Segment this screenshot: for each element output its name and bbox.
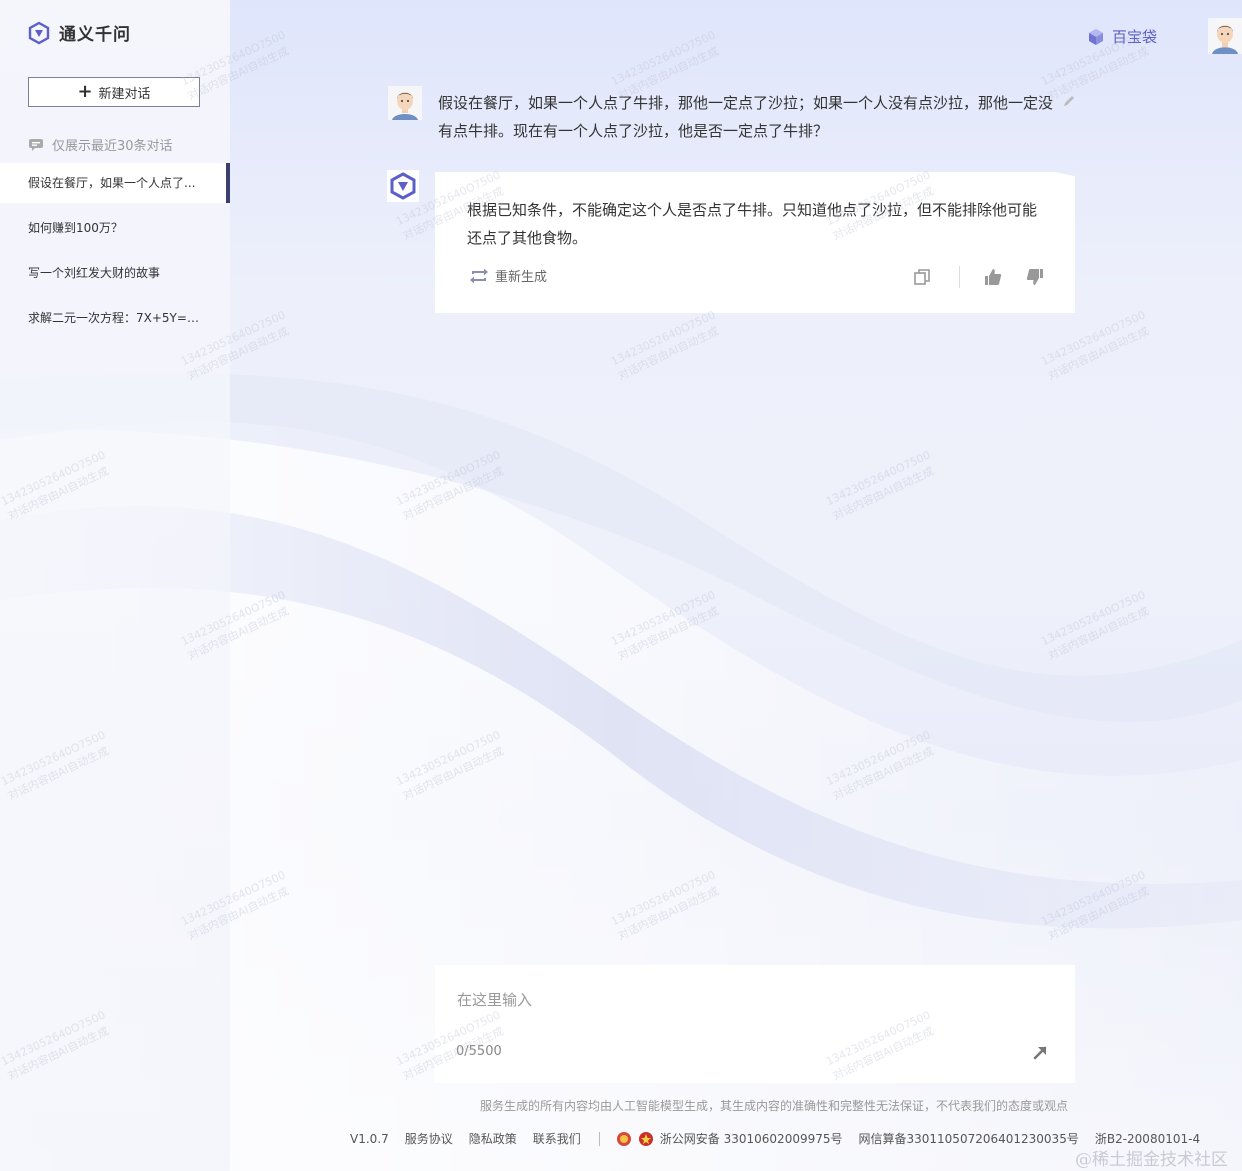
history-list: 假设在餐厅，如果一个人点了... 如何赚到100万？ 写一个刘红发大财的故事 求… (0, 163, 230, 343)
sidebar: 通义千问 + 新建对话 仅展示最近30条对话 假设在餐厅，如果一个人点了... … (0, 0, 230, 1171)
chat-input[interactable] (455, 985, 1049, 1015)
footer-divider (598, 1131, 600, 1146)
chat-input-box: 0/5500 (435, 965, 1075, 1083)
history-hint-text: 仅展示最近30条对话 (52, 139, 173, 154)
history-item[interactable]: 写一个刘红发大财的故事 (0, 253, 230, 293)
regenerate-button[interactable]: 重新生成 (469, 266, 547, 285)
regenerate-label: 重新生成 (495, 270, 548, 285)
app-title: 通义千问 (59, 25, 131, 45)
bot-message-card: 根据已知条件，不能确定这个人是否点了牛排。只知道他点了沙拉，但不能排除他可能还点… (435, 172, 1075, 313)
thumbs-up-icon[interactable] (984, 268, 1002, 286)
algorithm-record-link[interactable]: 网信算备330110507206401230035号 (859, 1130, 1079, 1147)
site-watermark: @稀土掘金技术社区 (1075, 1150, 1228, 1170)
plus-icon: + (77, 81, 93, 102)
disclaimer: 服务生成的所有内容均由人工智能模型生成，其生成内容的准确性和完整性无法保证，不代… (480, 1099, 1069, 1113)
new-chat-button[interactable]: + 新建对话 (28, 77, 200, 107)
chat-bubble-icon (29, 138, 43, 151)
history-item[interactable]: 假设在餐厅，如果一个人点了... (0, 163, 230, 203)
police-badge-icon (616, 1131, 631, 1146)
tongyi-logo-icon (28, 21, 50, 44)
contact-link[interactable]: 联系我们 (533, 1130, 581, 1147)
bot-avatar-icon (387, 170, 419, 202)
user-message-text: 假设在餐厅，如果一个人点了牛排，那他一定点了沙拉；如果一个人没有点沙拉，那他一定… (438, 94, 1054, 140)
cube-icon (1089, 28, 1103, 45)
treasure-bag-label: 百宝袋 (1112, 28, 1158, 46)
public-security-badge-icon (638, 1131, 653, 1146)
app-logo[interactable]: 通义千问 (27, 20, 131, 45)
privacy-policy-link[interactable]: 隐私政策 (469, 1130, 517, 1147)
police-record-link[interactable]: 浙公网安备 33010602009975号 (660, 1130, 843, 1147)
copy-icon[interactable] (913, 268, 931, 286)
service-agreement-link[interactable]: 服务协议 (405, 1130, 453, 1147)
thumbs-down-icon[interactable] (1026, 268, 1044, 286)
edit-pencil-icon[interactable] (1062, 94, 1076, 108)
action-divider (959, 266, 960, 288)
user-avatar[interactable] (1208, 18, 1242, 54)
char-counter: 0/5500 (456, 1044, 502, 1059)
history-hint: 仅展示最近30条对话 (28, 135, 173, 154)
treasure-bag-button[interactable]: 百宝袋 (1086, 26, 1157, 47)
user-message-avatar (388, 86, 422, 120)
version-label: V1.0.7 (350, 1131, 389, 1146)
bot-message-text: 根据已知条件，不能确定这个人是否点了牛排。只知道他点了沙拉，但不能排除他可能还点… (467, 201, 1038, 247)
regenerate-icon (470, 268, 488, 283)
send-arrow-icon[interactable] (1032, 1043, 1050, 1061)
new-chat-label: 新建对话 (98, 86, 151, 102)
history-item[interactable]: 求解二元一次方程：7X+5Y=81... (0, 298, 230, 338)
history-item[interactable]: 如何赚到100万？ (0, 208, 230, 248)
